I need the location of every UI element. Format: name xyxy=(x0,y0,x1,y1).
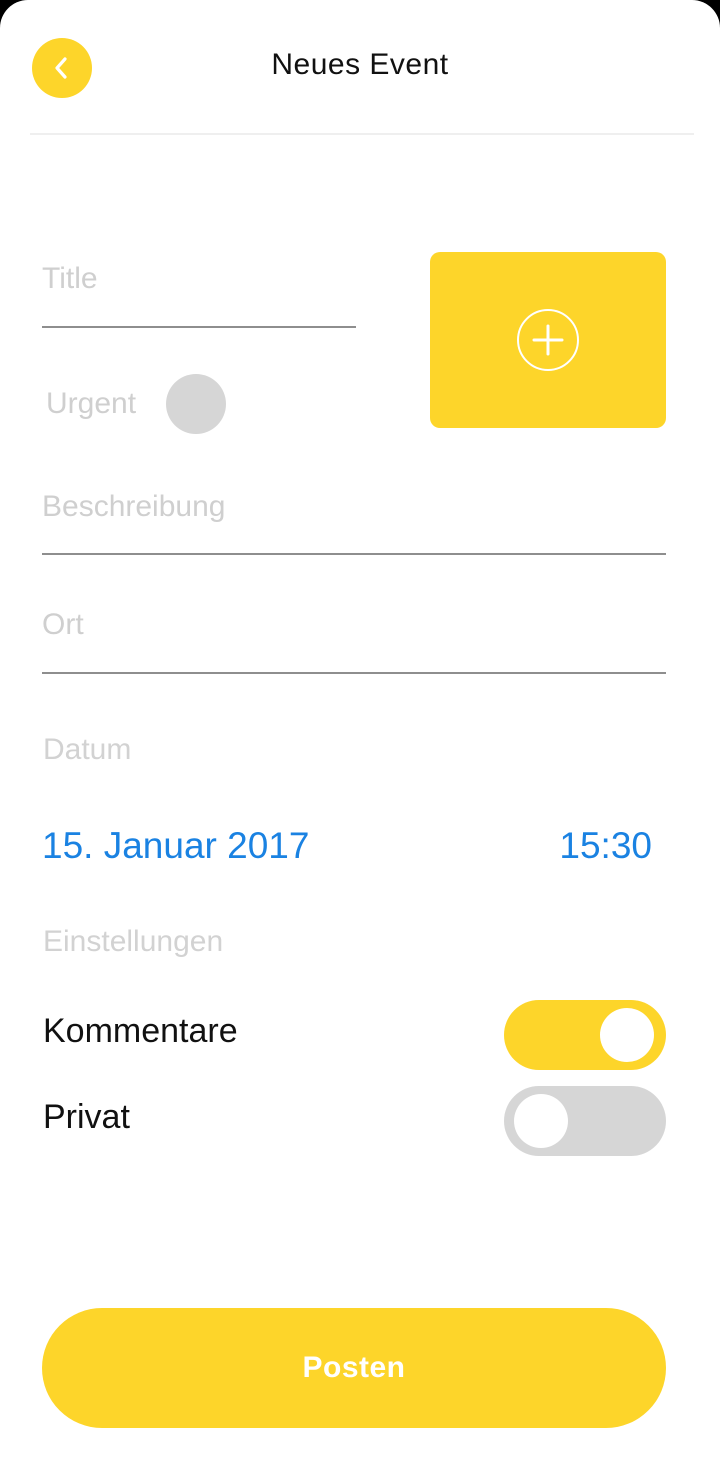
page-title: Neues Event xyxy=(271,48,449,81)
urgent-toggle[interactable] xyxy=(166,374,226,434)
settings-section-label: Einstellungen xyxy=(43,925,224,958)
add-image-button[interactable] xyxy=(430,252,666,428)
date-picker[interactable]: 15. Januar 2017 xyxy=(42,825,309,867)
description-field xyxy=(42,490,666,555)
post-button[interactable]: Posten xyxy=(42,1308,666,1428)
description-input[interactable] xyxy=(42,490,666,524)
comments-toggle[interactable] xyxy=(504,1000,666,1070)
title-input[interactable] xyxy=(42,262,356,296)
title-field xyxy=(42,262,356,328)
time-picker[interactable]: 15:30 xyxy=(559,825,652,867)
private-setting-label: Privat xyxy=(43,1098,130,1136)
toggle-knob xyxy=(514,1094,568,1148)
comments-setting-label: Kommentare xyxy=(43,1012,238,1050)
private-toggle[interactable] xyxy=(504,1086,666,1156)
date-section-label: Datum xyxy=(43,733,132,766)
urgent-label: Urgent xyxy=(46,387,137,420)
header-divider xyxy=(30,133,694,135)
plus-circle-icon xyxy=(517,309,579,371)
toggle-knob xyxy=(600,1008,654,1062)
location-field xyxy=(42,608,666,674)
new-event-screen: Neues Event Urgent Datum 15. Januar 2017… xyxy=(0,0,720,1472)
location-input[interactable] xyxy=(42,608,666,642)
